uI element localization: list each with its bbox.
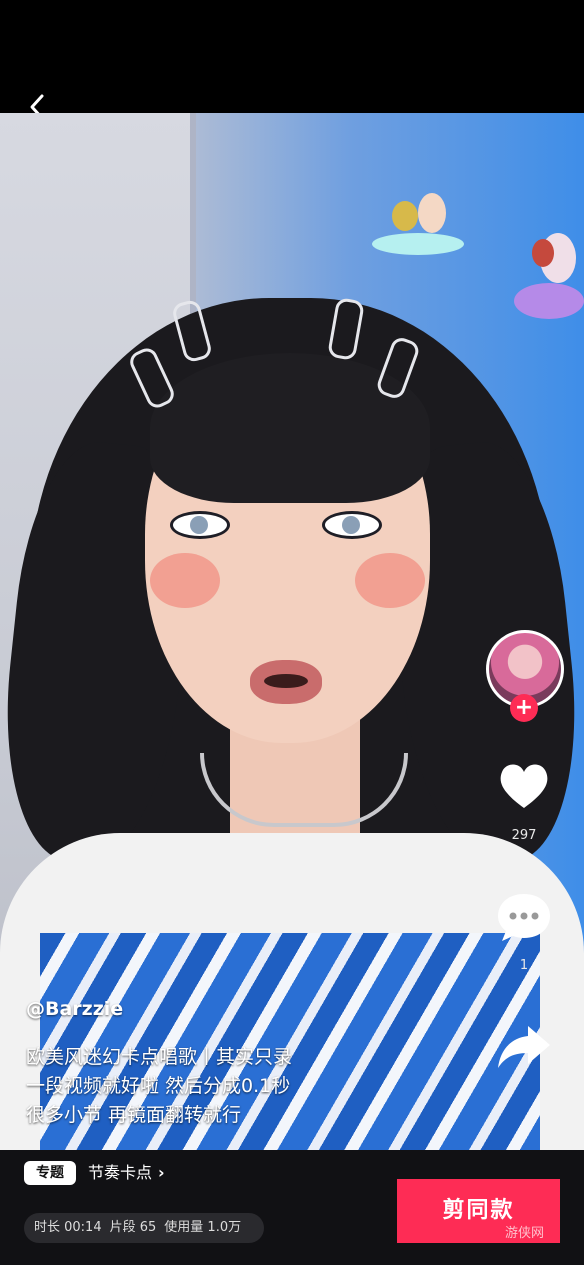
- author-handle[interactable]: @Barzzie: [26, 998, 123, 1020]
- caption-line: 很多小节 再镜面翻转就行: [26, 1104, 242, 1126]
- share-icon[interactable]: [494, 1018, 554, 1074]
- usage-stat: 使用量 1.0万: [164, 1220, 242, 1235]
- watermark: 游侠网: [505, 1226, 545, 1241]
- caption-line: 欧美风迷幻卡点唱歌丨其实只录: [26, 1046, 293, 1068]
- eye-right: [322, 511, 382, 539]
- top-bar: [0, 0, 584, 120]
- shelf-decoration: [514, 283, 584, 319]
- chevron-right-icon: ›: [158, 1163, 165, 1182]
- topic-label: 节奏卡点: [88, 1163, 153, 1182]
- eye-left: [170, 511, 230, 539]
- caption-line: 一段视频就好啦 然后分成0.1秒: [26, 1075, 291, 1097]
- video-caption: 欧美风迷幻卡点唱歌丨其实只录 一段视频就好啦 然后分成0.1秒 很多小节 再镜面…: [26, 1043, 386, 1130]
- topic-badge: 专题: [24, 1161, 76, 1185]
- topic-link[interactable]: 节奏卡点 ›: [88, 1161, 165, 1185]
- duration-stat: 时长 00:14: [34, 1220, 102, 1235]
- like-count: 297: [511, 828, 537, 843]
- heart-icon[interactable]: [494, 758, 554, 814]
- mouth: [250, 660, 322, 704]
- video-frame[interactable]: [0, 113, 584, 1150]
- template-stats: 时长 00:14 片段 65 使用量 1.0万: [24, 1213, 264, 1243]
- follow-button[interactable]: +: [510, 694, 538, 722]
- shelf-decoration: [372, 233, 464, 255]
- segments-stat: 片段 65: [109, 1220, 157, 1235]
- comment-icon[interactable]: [494, 888, 554, 944]
- comment-count: 1: [519, 958, 529, 973]
